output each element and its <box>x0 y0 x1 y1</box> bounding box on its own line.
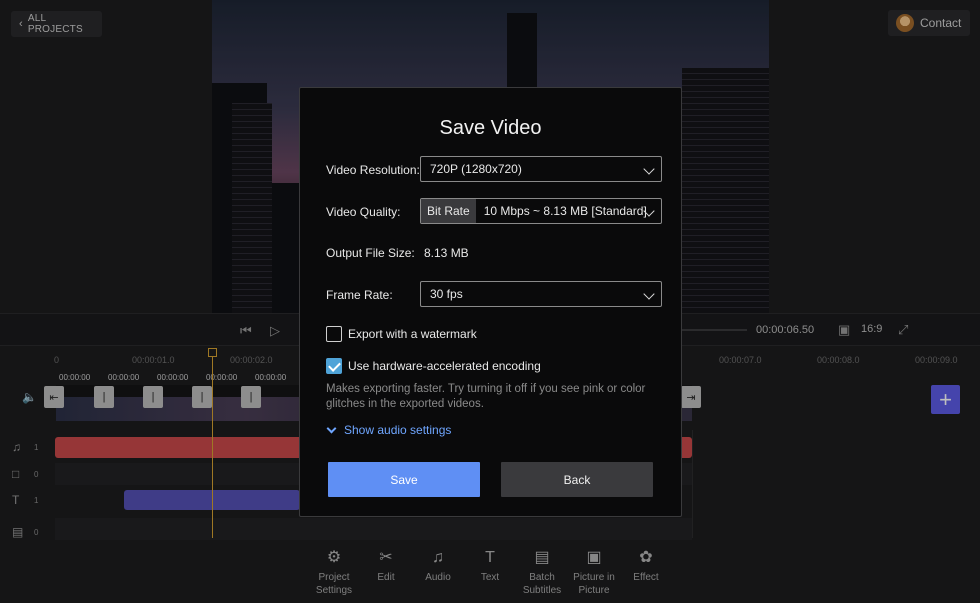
watermark-checkbox[interactable] <box>326 326 342 342</box>
filesize-value: 8.13 MB <box>424 246 469 260</box>
save-video-dialog: Save Video Video Resolution: 720P (1280x… <box>299 87 682 517</box>
hw-encoding-checkbox[interactable] <box>326 358 342 374</box>
resolution-label: Video Resolution: <box>326 163 420 177</box>
save-button[interactable]: Save <box>328 462 480 497</box>
chevron-down-icon <box>643 288 655 300</box>
hw-encoding-label[interactable]: Use hardware-accelerated encoding <box>348 359 541 373</box>
back-button[interactable]: Back <box>501 462 653 497</box>
hw-encoding-hint: Makes exporting faster. Try turning it o… <box>326 383 646 410</box>
chevron-down-icon <box>643 163 655 175</box>
bitrate-tag: Bit Rate <box>421 199 476 223</box>
framerate-select[interactable]: 30 fps <box>420 281 662 307</box>
watermark-label[interactable]: Export with a watermark <box>348 327 477 341</box>
filesize-label: Output File Size: <box>326 246 415 260</box>
resolution-select[interactable]: 720P (1280x720) <box>420 156 662 182</box>
dialog-title: Save Video <box>439 117 542 139</box>
quality-value: 10 Mbps ~ 8.13 MB [Standard] <box>483 204 647 218</box>
audio-settings-label: Show audio settings <box>344 423 452 437</box>
quality-label: Video Quality: <box>326 205 401 219</box>
quality-select[interactable]: Bit Rate 10 Mbps ~ 8.13 MB [Standard] <box>420 198 662 224</box>
chevron-down-icon <box>326 423 337 434</box>
show-audio-settings-link[interactable]: Show audio settings <box>326 423 452 437</box>
framerate-value: 30 fps <box>430 287 463 301</box>
framerate-label: Frame Rate: <box>326 288 393 302</box>
resolution-value: 720P (1280x720) <box>430 162 522 176</box>
